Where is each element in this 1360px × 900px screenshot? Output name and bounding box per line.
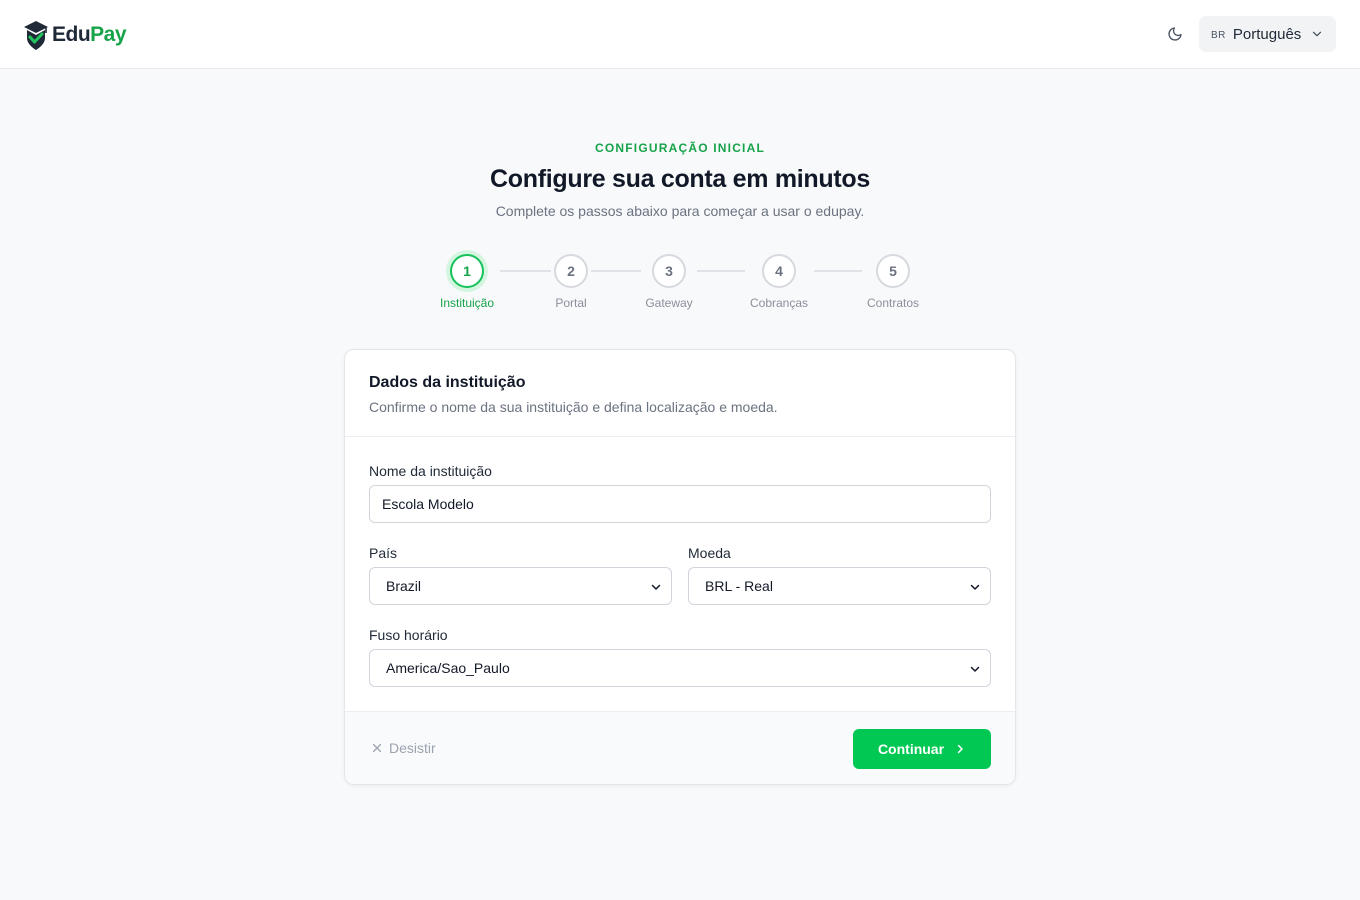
step-number: 5	[876, 254, 910, 288]
logo-wordmark: EduPay	[52, 23, 127, 47]
moon-icon	[1168, 27, 1182, 41]
language-selector[interactable]: BR Português	[1199, 16, 1336, 52]
step-label: Cobranças	[749, 296, 809, 310]
page-subtitle: Complete os passos abaixo para começar a…	[495, 203, 865, 219]
chevron-down-icon	[1312, 31, 1322, 37]
chevron-down-icon	[651, 584, 661, 590]
chevron-down-icon	[970, 666, 980, 672]
continue-button[interactable]: Continuar	[853, 729, 991, 769]
theme-toggle-button[interactable]	[1163, 22, 1187, 46]
continue-label: Continuar	[877, 741, 945, 757]
currency-value: BRL - Real	[705, 578, 773, 594]
institution-name-input[interactable]: Escola Modelo	[369, 485, 991, 523]
timezone-select[interactable]: America/Sao_Paulo	[369, 649, 991, 687]
step-cobrancas[interactable]: 4 Cobranças	[729, 254, 829, 310]
chevron-down-icon	[970, 584, 980, 590]
language-label: Português	[1232, 25, 1302, 43]
step-label: Gateway	[645, 296, 693, 310]
top-bar: EduPay BR Português	[0, 0, 1360, 69]
step-number: 1	[450, 254, 484, 288]
step-label: Instituição	[439, 296, 495, 310]
currency-label: Moeda	[688, 545, 731, 561]
timezone-value: America/Sao_Paulo	[386, 660, 510, 676]
step-number: 2	[554, 254, 588, 288]
institution-name-label: Nome da instituição	[369, 463, 492, 479]
step-instituicao[interactable]: 1 Instituição	[417, 254, 517, 310]
logo-text-pay: Pay	[90, 23, 127, 46]
page-title: Configure sua conta em minutos	[490, 165, 870, 193]
country-label: País	[369, 545, 398, 561]
step-portal[interactable]: 2 Portal	[521, 254, 621, 310]
step-contratos[interactable]: 5 Contratos	[843, 254, 943, 310]
institution-name-value: Escola Modelo	[382, 496, 474, 512]
institution-card: Dados da instituição Confirme o nome da …	[344, 349, 1016, 785]
chevron-right-icon	[957, 744, 963, 754]
card-header: Dados da instituição Confirme o nome da …	[345, 350, 1015, 437]
cancel-label: Desistir	[389, 740, 436, 756]
step-number: 4	[762, 254, 796, 288]
step-gateway[interactable]: 3 Gateway	[619, 254, 719, 310]
card-title: Dados da instituição	[369, 374, 526, 391]
country-select[interactable]: Brazil	[369, 567, 672, 605]
logo-text-edu: Edu	[52, 23, 91, 46]
card-footer: Desistir Continuar	[345, 711, 1015, 784]
setup-eyebrow: CONFIGURAÇÃO INICIAL	[595, 141, 765, 155]
currency-select[interactable]: BRL - Real	[688, 567, 991, 605]
language-code: BR	[1211, 29, 1226, 41]
country-value: Brazil	[386, 578, 422, 594]
card-description: Confirme o nome da sua instituição e def…	[369, 399, 778, 415]
step-label: Portal	[555, 296, 587, 310]
close-icon	[372, 743, 382, 753]
graduation-cap-shield-icon	[24, 21, 48, 50]
timezone-label: Fuso horário	[369, 627, 448, 643]
step-label: Contratos	[866, 296, 920, 310]
step-number: 3	[652, 254, 686, 288]
cancel-button[interactable]: Desistir	[371, 740, 436, 756]
edupay-logo[interactable]: EduPay	[22, 18, 127, 52]
